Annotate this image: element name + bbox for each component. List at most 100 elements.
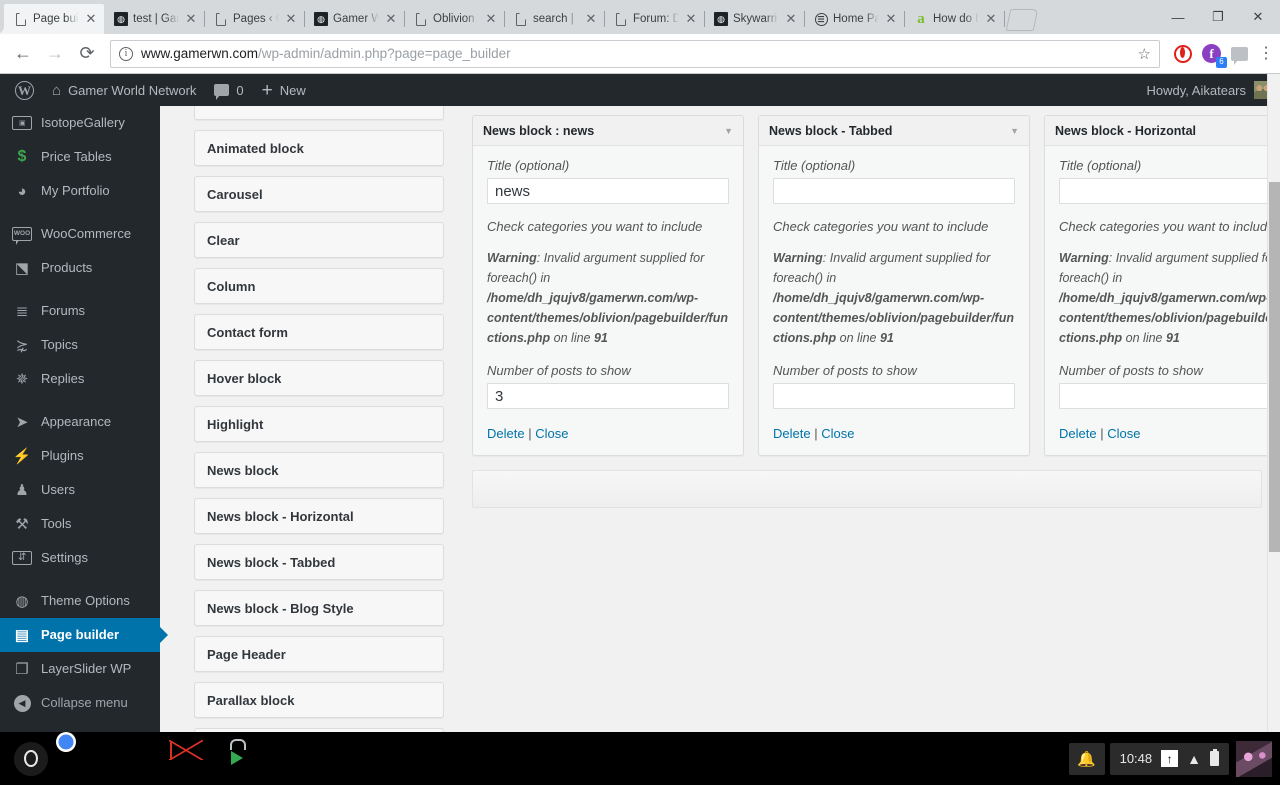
sidebar-item-woocommerce[interactable]: WOO WooCommerce [0, 217, 160, 251]
plus-icon: + [261, 79, 273, 101]
title-input[interactable] [1059, 178, 1280, 204]
sidebar-item-my-portfolio[interactable]: ◕ My Portfolio [0, 174, 160, 208]
close-link[interactable]: Close [535, 426, 568, 441]
sidebar-item-plugins[interactable]: ⚡ Plugins [0, 439, 160, 473]
chevron-down-icon[interactable]: ▼ [724, 126, 733, 136]
account-menu[interactable]: Howdy, Aikatears [1147, 81, 1280, 99]
browser-tab[interactable]: ◍ test | Gam ✕ [104, 4, 205, 34]
address-bar[interactable]: i www.gamerwn.com/wp-admin/admin.php?pag… [110, 39, 1160, 68]
sidebar-item-replies[interactable]: ✵ Replies [0, 362, 160, 396]
delete-link[interactable]: Delete [773, 426, 811, 441]
block-item-clear[interactable]: Clear [194, 222, 444, 258]
browser-tab[interactable]: Pages ‹ G ✕ [204, 4, 305, 34]
delete-link[interactable]: Delete [487, 426, 525, 441]
vertical-scrollbar-thumb[interactable] [1269, 182, 1280, 552]
posts-count-input[interactable] [1059, 383, 1280, 409]
new-content-button[interactable]: + New [253, 74, 315, 106]
close-icon[interactable]: ✕ [884, 12, 898, 26]
new-tab-button[interactable] [1005, 9, 1039, 31]
back-icon[interactable]: ← [8, 39, 38, 69]
chrome-icon[interactable] [66, 742, 100, 776]
block-item-carousel[interactable]: Carousel [194, 176, 444, 212]
sidebar-item-topics[interactable]: ⋩ Topics [0, 328, 160, 362]
browser-tab[interactable]: search | S ✕ [504, 4, 605, 34]
notifications-bell-icon[interactable]: 🔔 [1068, 742, 1105, 775]
block-item-column[interactable]: Column [194, 268, 444, 304]
sidebar-item-page-builder[interactable]: ▤ Page builder [0, 618, 168, 652]
forward-icon[interactable]: → [40, 39, 70, 69]
title-input[interactable] [773, 178, 1015, 204]
browser-tab[interactable]: Page bui ✕ [0, 4, 104, 34]
chevron-down-icon[interactable]: ▼ [1010, 126, 1019, 136]
gmail-icon[interactable] [170, 740, 204, 776]
sidebar-item-appearance[interactable]: ➤ Appearance [0, 405, 160, 439]
vertical-scrollbar[interactable] [1267, 74, 1280, 732]
block-item-news-block[interactable]: News block [194, 452, 444, 488]
close-icon[interactable]: ✕ [784, 12, 798, 26]
sidebar-item-price-tables[interactable]: $ Price Tables [0, 140, 160, 174]
system-tray[interactable]: 10:48 ↑ ▲ [1109, 742, 1229, 775]
opera-extension-icon[interactable] [1174, 44, 1192, 63]
chat-extension-icon[interactable] [1231, 46, 1248, 65]
panel-header[interactable]: News block : news ▼ [473, 116, 743, 146]
browser-tab[interactable]: Forum: D ✕ [604, 4, 705, 34]
block-item-animated-block[interactable]: Animated block [194, 130, 444, 166]
block-item-news-block-horizontal[interactable]: News block - Horizontal [194, 498, 444, 534]
sidebar-item-layerslider-wp[interactable]: ❐ LayerSlider WP [0, 652, 160, 686]
close-icon[interactable]: ✕ [384, 12, 398, 26]
chrome-menu-icon[interactable]: ⋮ [1258, 45, 1274, 61]
block-item-page-header[interactable]: Page Header [194, 636, 444, 672]
wp-logo-button[interactable]: W [6, 74, 43, 106]
browser-tab[interactable]: ◍ Gamer W ✕ [304, 4, 405, 34]
browser-tab[interactable]: a How do I ✕ [904, 4, 1005, 34]
title-input[interactable] [487, 178, 729, 204]
close-icon[interactable]: ✕ [484, 12, 498, 26]
close-icon[interactable]: ✕ [584, 12, 598, 26]
sidebar-item-forums[interactable]: ≣ Forums [0, 294, 160, 328]
block-item-hover-block[interactable]: Hover block [194, 360, 444, 396]
delete-link[interactable]: Delete [1059, 426, 1097, 441]
sidebar-item-theme-options[interactable]: ◍ Theme Options [0, 584, 160, 618]
sidebar-item-tools[interactable]: ⚒ Tools [0, 507, 160, 541]
sidebar-item-isotopegallery[interactable]: ▣ IsotopeGallery [0, 106, 160, 140]
bookmark-star-icon[interactable]: ☆ [1138, 45, 1151, 63]
panel-header[interactable]: News block - Tabbed ▼ [759, 116, 1029, 146]
sidebar-item-users[interactable]: ♟ Users [0, 473, 160, 507]
sidebar-item-settings[interactable]: ⇵ Settings [0, 541, 160, 575]
panel-header[interactable]: News block - Horizontal ▼ [1045, 116, 1280, 146]
block-item-news-block-tabbed[interactable]: News block - Tabbed [194, 544, 444, 580]
close-icon[interactable]: ✕ [684, 12, 698, 26]
collapse-menu-button[interactable]: ◀ Collapse menu [0, 686, 160, 720]
title-field-label: Title (optional) [487, 158, 570, 173]
comments-button[interactable]: 0 [205, 74, 252, 106]
launcher-icon[interactable] [14, 741, 48, 776]
browser-tab[interactable]: ◍ Skywarri ✕ [704, 4, 805, 34]
sidebar-item-label: Collapse menu [41, 695, 128, 710]
block-item-highlight[interactable]: Highlight [194, 406, 444, 442]
inbox-icon[interactable] [118, 742, 152, 776]
browser-tab[interactable]: Oblivion ✕ [404, 4, 505, 34]
answers-icon: a [917, 10, 925, 27]
close-icon[interactable]: ✕ [984, 12, 998, 26]
user-avatar[interactable] [1236, 740, 1272, 777]
close-link[interactable]: Close [1107, 426, 1140, 441]
maximize-icon[interactable]: ❐ [1198, 2, 1238, 32]
reload-icon[interactable]: ⟳ [72, 39, 102, 69]
site-info-icon[interactable]: i [119, 46, 133, 61]
block-item-parallax-block[interactable]: Parallax block [194, 682, 444, 718]
posts-count-input[interactable] [773, 383, 1015, 409]
block-item-contact-form[interactable]: Contact form [194, 314, 444, 350]
facebook-extension-icon[interactable]: f6 [1202, 44, 1227, 68]
browser-tab[interactable]: ☰ Home Pa ✕ [804, 4, 905, 34]
posts-count-input[interactable] [487, 383, 729, 409]
close-icon[interactable]: ✕ [84, 12, 98, 26]
play-store-icon[interactable] [222, 742, 256, 776]
window-close-icon[interactable]: ✕ [1238, 2, 1278, 32]
close-link[interactable]: Close [821, 426, 854, 441]
block-item-news-block-blog-style[interactable]: News block - Blog Style [194, 590, 444, 626]
minimize-icon[interactable]: ― [1158, 2, 1198, 32]
site-name-button[interactable]: ⌂ Gamer World Network [43, 74, 205, 106]
close-icon[interactable]: ✕ [184, 12, 198, 26]
sidebar-item-products[interactable]: ⬔ Products [0, 251, 160, 285]
close-icon[interactable]: ✕ [284, 12, 298, 26]
